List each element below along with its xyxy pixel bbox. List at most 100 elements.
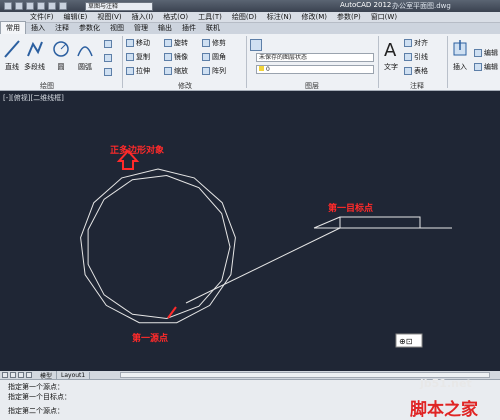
open-file-icon[interactable]: [15, 2, 23, 10]
undo-icon[interactable]: [48, 2, 56, 10]
svg-text:A: A: [384, 40, 397, 60]
layer-state-dropdown[interactable]: 未保存的图层状态: [256, 53, 374, 62]
leader-label: 引线: [414, 53, 428, 61]
tab-parametric[interactable]: 参数化: [74, 22, 105, 34]
panel-divider: [122, 36, 123, 88]
line-icon: [4, 40, 20, 58]
tab-view[interactable]: 视图: [105, 22, 129, 34]
rotate-tool[interactable]: 旋转: [164, 38, 188, 48]
circle-tool[interactable]: 圆: [52, 38, 70, 72]
command-history-line: 指定第一个源点：: [8, 383, 64, 391]
print-icon[interactable]: [37, 2, 45, 10]
polyline-label: 多段线: [24, 63, 45, 71]
first-source-point-annotation: 第一源点: [132, 334, 169, 344]
table-tool[interactable]: 表格: [404, 66, 428, 76]
menu-draw[interactable]: 绘图(D): [227, 12, 262, 22]
polygon-object-annotation: 正多边形对象: [110, 146, 165, 156]
drawing-canvas: ⊕⊡: [80, 149, 452, 348]
save-icon[interactable]: [26, 2, 34, 10]
tab-online[interactable]: 联机: [201, 22, 225, 34]
menu-tools[interactable]: 工具(T): [193, 12, 227, 22]
scale-icon: [164, 67, 172, 75]
next-layout-button[interactable]: [18, 372, 24, 378]
menu-format[interactable]: 格式(O): [158, 12, 193, 22]
tab-layout1[interactable]: Layout1: [57, 371, 91, 379]
edit-block-tool[interactable]: 编辑: [474, 48, 498, 58]
move-icon: [126, 39, 134, 47]
current-layer-dropdown[interactable]: 0: [256, 65, 374, 74]
ribbon-panel: 直线 多段线 圆 圆弧 绘图 移动 旋转 修剪 复制 镜像 圆角 拉伸 缩放 阵…: [0, 34, 500, 91]
command-history-line: 指定第一个目标点：: [8, 393, 71, 401]
tab-plugins[interactable]: 插件: [177, 22, 201, 34]
insert-block-tool[interactable]: 插入: [451, 38, 469, 72]
tab-annotate[interactable]: 注释: [50, 22, 74, 34]
fillet-label: 圆角: [212, 53, 226, 61]
stretch-icon: [126, 67, 134, 75]
target-slope: [313, 216, 341, 229]
title-bar: 草图与注释 AutoCAD 2012 办公室平面图.dwg: [0, 0, 500, 12]
edit-attributes-tool[interactable]: 编辑: [474, 62, 498, 72]
region-icon[interactable]: [104, 68, 112, 76]
menu-parametric[interactable]: 参数(P): [332, 12, 366, 22]
fillet-icon: [202, 53, 210, 61]
menu-edit[interactable]: 编辑(E): [59, 12, 93, 22]
prev-layout-button[interactable]: [10, 372, 16, 378]
tab-manage[interactable]: 管理: [129, 22, 153, 34]
leader-tool[interactable]: 引线: [404, 52, 428, 62]
move-label: 移动: [136, 39, 150, 47]
new-file-icon[interactable]: [4, 2, 12, 10]
tab-output[interactable]: 输出: [153, 22, 177, 34]
line-tool[interactable]: 直线: [3, 38, 21, 72]
trim-tool[interactable]: 修剪: [202, 38, 226, 48]
edit-block-label: 编辑: [484, 49, 498, 57]
trim-label: 修剪: [212, 39, 226, 47]
circle-icon: [53, 41, 69, 57]
stretch-tool[interactable]: 拉伸: [126, 66, 150, 76]
line-label: 直线: [5, 63, 19, 71]
arc-tool[interactable]: 圆弧: [76, 38, 94, 72]
tab-home[interactable]: 常用: [0, 21, 26, 34]
copy-label: 复制: [136, 53, 150, 61]
align-tool[interactable]: 对齐: [404, 38, 428, 48]
text-icon: A: [384, 40, 397, 60]
first-target-point-annotation: 第一目标点: [328, 204, 374, 214]
layers-panel-label: 图层: [305, 82, 319, 90]
fillet-tool[interactable]: 圆角: [202, 52, 226, 62]
text-tool[interactable]: A 文字: [382, 38, 400, 72]
polygon-outer: [80, 168, 236, 324]
menu-window[interactable]: 窗口(W): [366, 12, 402, 22]
scale-tool[interactable]: 缩放: [164, 66, 188, 76]
menu-view[interactable]: 视图(V): [92, 12, 126, 22]
copy-tool[interactable]: 复制: [126, 52, 150, 62]
menu-insert[interactable]: 插入(I): [127, 12, 159, 22]
array-icon: [202, 67, 210, 75]
arc-label: 圆弧: [78, 63, 92, 71]
polyline-tool[interactable]: 多段线: [24, 38, 45, 72]
rectangle-icon[interactable]: [104, 40, 112, 48]
move-tool[interactable]: 移动: [126, 38, 150, 48]
panel-divider: [378, 36, 379, 88]
layer-properties-icon[interactable]: [250, 39, 262, 51]
text-label: 文字: [384, 63, 398, 71]
mirror-label: 镜像: [174, 53, 188, 61]
redo-icon[interactable]: [59, 2, 67, 10]
tab-insert[interactable]: 插入: [26, 22, 50, 34]
edit-attributes-label: 编辑: [484, 63, 498, 71]
last-layout-button[interactable]: [26, 372, 32, 378]
scale-label: 缩放: [174, 67, 188, 75]
polyline-icon: [26, 41, 43, 57]
workspace-dropdown[interactable]: 草图与注释: [85, 1, 153, 11]
copy-icon: [126, 53, 134, 61]
array-label: 阵列: [212, 67, 226, 75]
hatch-icon[interactable]: [104, 54, 112, 62]
align-label: 对齐: [414, 39, 428, 47]
arc-icon: [77, 46, 93, 57]
menu-modify[interactable]: 修改(M): [296, 12, 332, 22]
polygon-inner: [87, 174, 231, 320]
menu-dimension[interactable]: 标注(N): [262, 12, 297, 22]
array-tool[interactable]: 阵列: [202, 66, 226, 76]
drawing-viewport[interactable]: [-][俯视][二维线框] ⊕⊡ 正多边形对象 第一目标点 第一源点: [0, 91, 500, 371]
trim-icon: [202, 39, 210, 47]
mirror-tool[interactable]: 镜像: [164, 52, 188, 62]
first-layout-button[interactable]: [2, 372, 8, 378]
